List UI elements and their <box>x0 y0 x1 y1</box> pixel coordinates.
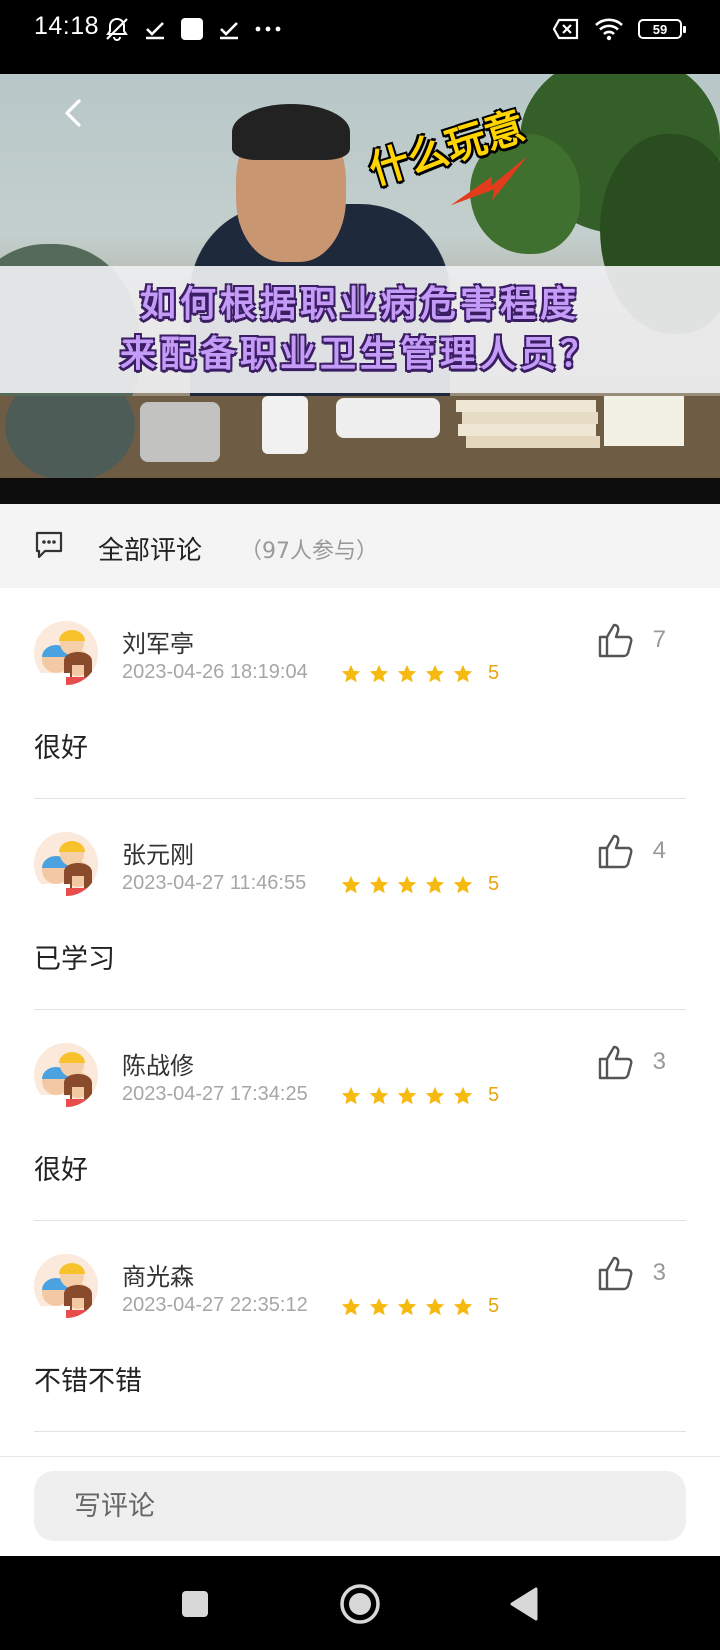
comment-item: 刘军亭 2023-04-26 18:19:04 5 7 很好 <box>34 588 686 799</box>
avatar-image <box>34 1254 98 1318</box>
back-nav-button[interactable] <box>502 1582 546 1626</box>
star-rating: 5 <box>340 1084 499 1107</box>
thumbs-up-icon[interactable] <box>596 831 636 871</box>
star-icon <box>369 664 389 682</box>
home-button[interactable] <box>338 1582 382 1626</box>
bottom-bar <box>0 1456 720 1556</box>
commenter-name: 张元刚 <box>122 841 194 869</box>
comment-text: 很好 <box>34 1155 88 1186</box>
check-icon <box>220 22 238 40</box>
comment-item: 张元刚 2023-04-27 11:46:55 5 4 已学习 <box>34 799 686 1010</box>
star-icon <box>397 664 417 682</box>
video-frame: 如何根据职业病危害程度 来配备职业卫生管理人员？ 什么玩意 <box>0 74 720 478</box>
rating-score: 5 <box>488 1084 500 1106</box>
avatar[interactable] <box>34 621 98 685</box>
star-icon <box>425 1297 445 1315</box>
thumbs-up-icon[interactable] <box>596 1042 636 1082</box>
comment-text: 不错不错 <box>34 1366 142 1397</box>
thumbs-up-icon[interactable] <box>596 620 636 660</box>
star-icon <box>369 875 389 893</box>
sim-off-icon <box>552 18 579 40</box>
star-icon <box>341 1086 361 1104</box>
comment-time: 2023-04-27 22:35:12 <box>122 1294 308 1316</box>
status-right-icons: 59 <box>552 14 686 44</box>
star-icon <box>341 875 361 893</box>
comments-header: 全部评论 （97人参与） <box>0 504 720 588</box>
star-icon <box>425 1086 445 1104</box>
rating-score: 5 <box>488 873 500 895</box>
avatar[interactable] <box>34 1254 98 1318</box>
more-icon <box>255 26 281 32</box>
star-icon <box>425 875 445 893</box>
rating-score: 5 <box>488 662 500 684</box>
comment-text: 很好 <box>34 733 88 764</box>
commenter-name: 商光森 <box>122 1263 194 1291</box>
comment-text: 已学习 <box>34 944 115 975</box>
commenter-name: 刘军亭 <box>122 630 194 658</box>
star-icon <box>453 1297 473 1315</box>
star-icon <box>369 1297 389 1315</box>
like-count: 3 <box>652 1259 666 1286</box>
star-icon <box>425 664 445 682</box>
navigation-bar <box>0 1556 720 1650</box>
star-icon <box>397 875 417 893</box>
triangle-back-icon <box>510 1587 538 1621</box>
thumbs-up-icon[interactable] <box>596 1253 636 1293</box>
star-rating: 5 <box>340 1295 499 1318</box>
status-time: 14:18 <box>34 12 100 40</box>
mute-icon <box>106 17 128 41</box>
star-rating: 5 <box>340 873 499 896</box>
square-icon <box>181 18 203 40</box>
back-button[interactable] <box>56 96 90 130</box>
star-icon <box>369 1086 389 1104</box>
caption-line-1: 如何根据职业病危害程度 <box>139 283 580 325</box>
caption-line-2: 来配备职业卫生管理人员？ <box>119 333 600 375</box>
star-icon <box>453 664 473 682</box>
square-nav-icon <box>182 1591 208 1617</box>
comments-count: （97人参与） <box>240 539 378 564</box>
comments-title: 全部评论 <box>98 536 203 566</box>
status-left-icons <box>104 14 282 44</box>
battery-icon: 59 <box>638 19 686 39</box>
recent-apps-button[interactable] <box>173 1582 217 1626</box>
comment-time: 2023-04-27 17:34:25 <box>122 1083 308 1105</box>
chevron-left-icon <box>65 99 81 127</box>
avatar-image <box>34 832 98 896</box>
video-caption: 如何根据职业病危害程度 来配备职业卫生管理人员？ <box>0 266 720 393</box>
commenter-name: 陈战修 <box>122 1052 194 1080</box>
star-rating: 5 <box>340 662 499 685</box>
battery-level: 59 <box>652 21 668 37</box>
like-count: 4 <box>652 837 666 864</box>
comment-icon <box>35 531 63 559</box>
comment-time: 2023-04-27 11:46:55 <box>122 872 307 894</box>
star-icon <box>341 664 361 682</box>
avatar[interactable] <box>34 832 98 896</box>
star-icon <box>453 875 473 893</box>
comment-item: 陈战修 2023-04-27 17:34:25 5 3 很好 <box>34 1010 686 1221</box>
star-icon <box>397 1086 417 1104</box>
comment-time: 2023-04-26 18:19:04 <box>122 661 308 683</box>
like-count: 7 <box>652 626 666 653</box>
status-bar: 14:18 59 <box>0 0 720 74</box>
comment-list: 刘军亭 2023-04-26 18:19:04 5 7 很好 张元刚 2023-… <box>0 588 720 1432</box>
avatar-image <box>34 1043 98 1107</box>
star-icon <box>397 1297 417 1315</box>
like-count: 3 <box>652 1048 666 1075</box>
check-icon <box>146 22 164 40</box>
avatar-image <box>34 621 98 685</box>
avatar[interactable] <box>34 1043 98 1107</box>
write-comment-input[interactable] <box>34 1471 686 1541</box>
home-circle-icon <box>340 1584 380 1624</box>
wifi-icon <box>595 18 623 41</box>
rating-score: 5 <box>488 1295 500 1317</box>
star-icon <box>453 1086 473 1104</box>
comment-item: 商光森 2023-04-27 22:35:12 5 3 不错不错 <box>34 1221 686 1432</box>
video-player[interactable]: 如何根据职业病危害程度 来配备职业卫生管理人员？ 什么玩意 <box>0 74 720 504</box>
star-icon <box>341 1297 361 1315</box>
